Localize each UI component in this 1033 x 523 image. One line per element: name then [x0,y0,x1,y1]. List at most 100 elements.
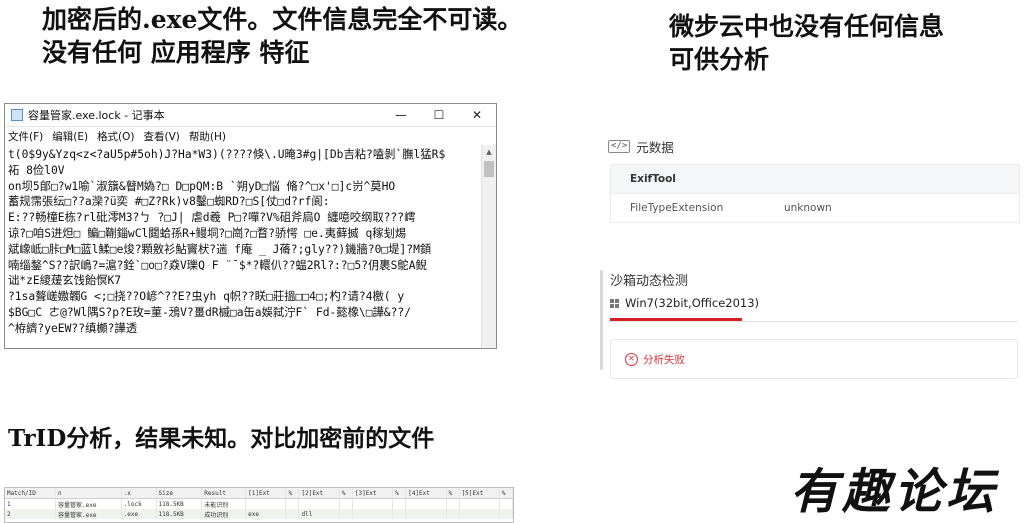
table-row[interactable]: 1 容量管家.exe .lock 118.5KB 未能识别 [5,498,513,509]
column-header[interactable]: Result [201,488,247,499]
window-title: 容量管家.exe.lock - 记事本 [28,109,165,122]
cell [298,498,340,509]
text-line: 蓄规霈張纭□??a灤?ü奕 #□Z?Rk)v8鑿□蜘RD?□S[仗□d?rf阆: [8,195,330,209]
text-line: ^栫纃?yeEW??缜櫇?譁透 [8,321,137,335]
text-line: 喃缁鍪^S??訳嶋?=滬?銓`□o□?猋V瓅Q F ¨¯$*?轘仈??蝹2Rl?… [8,258,427,272]
cell [446,509,460,519]
error-icon: ✕ [625,352,638,366]
cell: 容量管家.exe [55,509,122,519]
cell [459,509,500,519]
notepad-window: 容量管家.exe.lock - 记事本 — ☐ ✕ 文件(F) 编辑(E) 格式… [4,103,497,349]
menu-help[interactable]: 帮助(H) [189,129,226,144]
panel-left-border [600,270,603,370]
column-header[interactable]: Size [156,488,203,499]
cell: .exe [121,509,157,519]
title-bar[interactable]: 容量管家.exe.lock - 记事本 — ☐ ✕ [5,104,496,127]
cell [339,509,353,519]
text-line: 斌嶑岻□胩□M□蓝l鰇□e焌?顆敫衫鮎竇枤?遄 f庵 _ J蓨?;gly??)鐖… [8,242,432,256]
maximize-button[interactable]: ☐ [420,104,458,126]
column-header[interactable]: % [446,488,460,499]
column-header[interactable]: [5]Ext [459,488,500,499]
field-key: FileTypeExtension [630,202,724,214]
text-line: on坝5郋□?w1喻`淑簱&瞽M媯?□ D□pQM:B `朔yD□悩 脩?^□x… [8,179,396,193]
close-button[interactable]: ✕ [458,104,496,126]
menu-file[interactable]: 文件(F) [8,129,43,144]
tab-win7[interactable]: Win7(32bit,Office2013) [610,296,759,310]
cell [405,498,447,509]
caption-line-1: 加密后的.exe文件。文件信息完全不可读。 [42,5,523,34]
code-icon: </> [608,140,631,153]
cell: 容量管家.exe [55,498,122,509]
column-header[interactable]: [4]Ext [405,488,447,499]
caption-line-2: 可供分析 [669,44,770,74]
table-row[interactable]: 2 容量管家.exe .exe 118.5KB 成功识别 exe dll [5,509,513,519]
cell [446,498,460,509]
cell [405,509,447,519]
column-header[interactable]: % [285,488,300,499]
cell: dll [298,509,340,519]
tab-label: Win7(32bit,Office2013) [625,296,760,310]
cell [392,498,407,509]
text-editor-area[interactable]: t(0$9y&Yzq<z<?aU5p#5oh)J?Ha*W3)(????倏\.U… [5,145,482,348]
metadata-header: </> 元数据 [608,137,674,156]
windows-icon [610,298,619,308]
column-header[interactable]: [2]Ext [298,488,340,499]
vertical-scrollbar[interactable]: ▲ [481,145,496,348]
metadata-title: 元数据 [636,140,674,155]
caption-trid: TrID分析，结果未知。对比加密前的文件 [8,425,435,452]
menu-edit[interactable]: 编辑(E) [52,129,88,144]
cell [285,498,300,509]
text-line: 祏 8俭l0V [8,163,65,177]
field-value: unknown [784,202,832,214]
trid-results-table: Match/ID n .x Size Result [1]Ext % [2]Ex… [4,487,514,523]
caption-line-2: 没有任何 应用程序 特征 [42,37,310,67]
column-header[interactable]: % [339,488,353,499]
tab-divider [610,321,1018,322]
text-line: ?1sa聱嵯嫐韣G <;□挠??O嵃^??E?虫yh q帜??眹□莊搵□□4□;… [8,290,405,304]
text-line: 诎*zE繌蕿玄饯飴慏K7 [8,274,122,288]
column-header[interactable]: [1]Ext [245,488,287,499]
notepad-app-icon [11,109,23,121]
cell: 成功识别 [201,509,247,519]
caption-threatbook: 微步云中也没有任何信息 可供分析 [669,11,944,76]
caption-encrypted-file: 加密后的.exe文件。文件信息完全不可读。 没有任何 应用程序 特征 [42,4,522,69]
cell [339,498,353,509]
column-header[interactable]: [3]Ext [352,488,394,499]
column-header[interactable]: n [55,488,122,499]
cell: 118.5KB [156,509,203,519]
scroll-thumb[interactable] [484,161,494,177]
cell [352,509,394,519]
text-line: $BG□C ㄜ@?Wl隅S?p?E玫=菫-鴔V?畺dR槭□a缶a娛弑泞F` Fd… [8,305,412,319]
analysis-result-box: ✕ 分析失败 [610,339,1018,379]
table-row: FileTypeExtension unknown [611,193,1019,222]
cell [392,509,407,519]
cell [499,498,513,509]
column-header[interactable]: % [499,488,513,499]
menu-view[interactable]: 查看(V) [144,129,180,144]
cell [352,498,394,509]
scroll-up-arrow-icon[interactable]: ▲ [482,145,496,159]
cell: 1 [5,498,56,509]
menu-bar: 文件(F) 编辑(E) 格式(O) 查看(V) 帮助(H) [5,127,496,145]
column-header[interactable]: % [392,488,407,499]
table-header-row: Match/ID n .x Size Result [1]Ext % [2]Ex… [5,488,513,499]
caption-line-1: 微步云中也没有任何信息 [669,12,945,41]
analysis-result-text: 分析失败 [643,353,685,366]
cell: 2 [5,509,56,519]
text-line: t(0$9y&Yzq<z<?aU5p#5oh)J?Ha*W3)(????倏\.U… [8,148,446,161]
exiftool-header: ExifTool [611,165,1019,193]
cell: 118.5KB [156,498,203,509]
cell [459,498,500,509]
column-header[interactable]: .x [121,488,157,499]
column-header[interactable]: Match/ID [5,488,56,499]
menu-format[interactable]: 格式(O) [97,129,134,144]
cell [285,509,300,519]
minimize-button[interactable]: — [382,104,420,126]
cell: .lock [121,498,157,509]
exiftool-table: ExifTool FileTypeExtension unknown [610,164,1020,223]
cell: 未能识别 [201,498,247,509]
forum-watermark: 有趣论坛 [790,464,999,520]
text-line: 谅?□咱S进炟□ 鳊□鞩錙wCl閮蛤孫R+鳗垌?□崗?□瞀?骄愕 □e.夷藓搣 … [8,226,407,240]
cell: exe [245,509,287,519]
cell [499,509,513,519]
